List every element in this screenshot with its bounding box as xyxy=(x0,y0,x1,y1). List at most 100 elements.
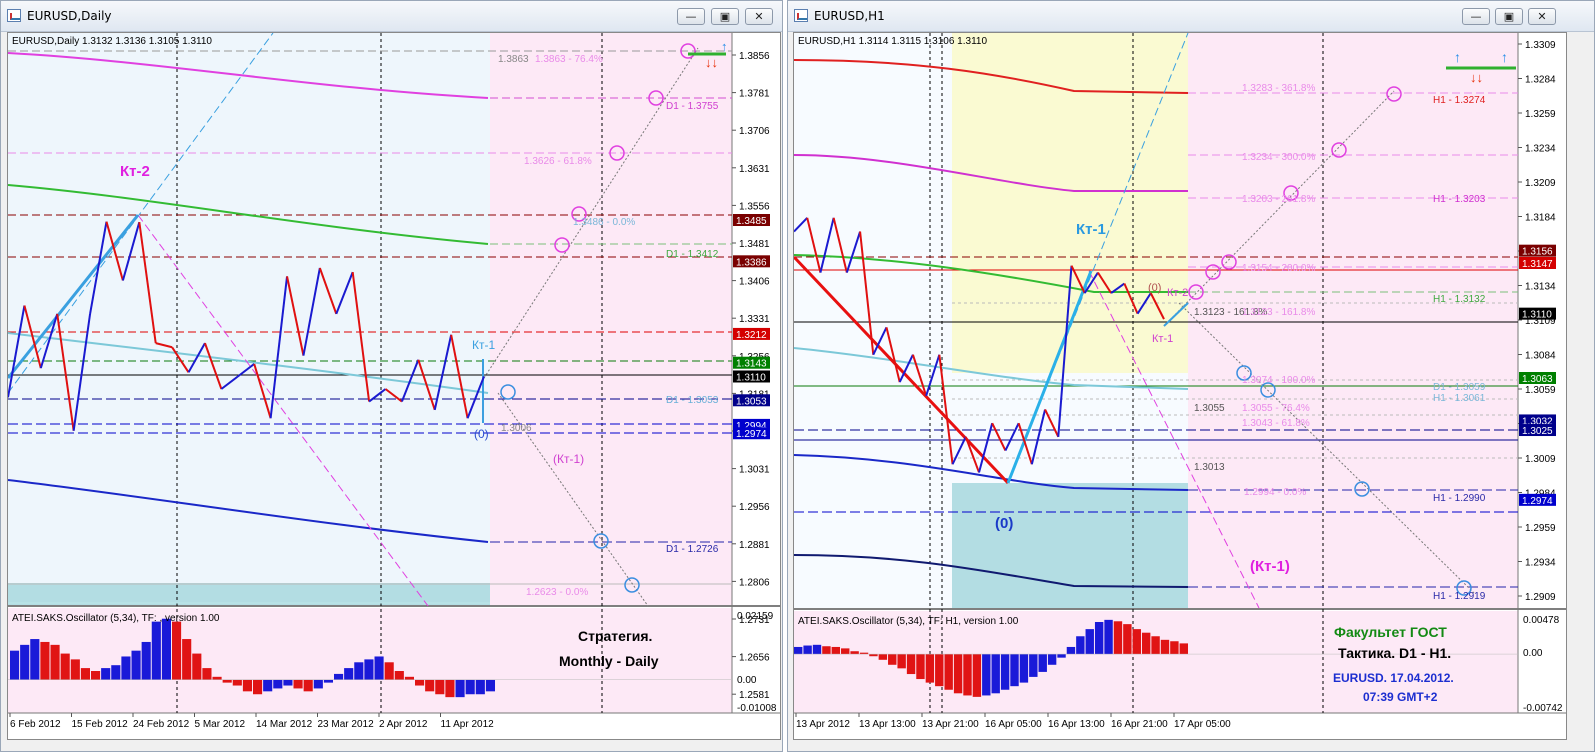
oscillator-bar xyxy=(1010,654,1019,687)
up-arrow-icon: ↑ xyxy=(721,39,728,54)
price-tag-label: 1.3063 xyxy=(1522,374,1553,385)
time-axis-label: 14 Mar 2012 xyxy=(256,719,313,730)
daily-time-axis: 6 Feb 2012 15 Feb 2012 24 Feb 2012 5 Mar 20… xyxy=(9,713,495,730)
fib-label: D1 - 1.2726 xyxy=(666,544,719,555)
oscillator-bar xyxy=(963,654,972,696)
label-zero: (0) xyxy=(474,427,489,441)
fib-label: 1.2994 - 0.0% xyxy=(1244,487,1306,498)
maximize-button[interactable]: ▣ xyxy=(711,8,739,25)
oscillator-bar xyxy=(982,654,991,696)
oscillator-bar xyxy=(30,639,40,680)
oscillator-bar xyxy=(485,679,495,692)
time-axis-label: 11 Apr 2012 xyxy=(441,719,495,730)
price-axis-label: 1.3059 xyxy=(1525,385,1556,396)
oscillator-bar xyxy=(192,653,202,680)
price-axis-label: 1.3209 xyxy=(1525,178,1556,189)
oscillator-bar xyxy=(944,654,953,690)
oscillator-bar xyxy=(916,654,925,680)
oscillator-bar xyxy=(1057,654,1066,658)
h1-price-axis: 1.3309 1.3284 1.3259 1.3234 1.3209 1.3184 1.31… xyxy=(1518,40,1556,603)
h1-target-zone xyxy=(952,483,1188,608)
time-axis-label: 15 Feb 2012 xyxy=(72,719,129,730)
price-axis-label: 1.2656 xyxy=(739,653,770,664)
price-axis-label: 1.3234 xyxy=(1525,144,1556,155)
oscillator-bar xyxy=(935,654,944,687)
price-axis-label: 1.3309 xyxy=(1525,40,1556,51)
price-axis-label: 1.3184 xyxy=(1525,213,1556,224)
fib-label: D1 - 1.3412 xyxy=(666,249,719,260)
fib-label: D1 - 1.3755 xyxy=(666,101,719,112)
time-axis-label: 13 Apr 21:00 xyxy=(922,719,979,730)
price-axis-label: 1.3406 xyxy=(739,277,770,288)
oscillator-bar xyxy=(850,651,859,655)
oscillator-bar xyxy=(1179,643,1188,655)
h1-chart-window: EURUSD,H1 — ▣ ✕ ↑ ↑ ↓↓ EURUSD,H1 1.3114 … xyxy=(787,0,1595,752)
fib-label: 1.3203 - 261.8% xyxy=(1242,194,1315,205)
oscillator-bar xyxy=(897,654,906,669)
oscillator-bar xyxy=(465,679,475,695)
fib-label: 1.3626 - 61.8% xyxy=(524,156,592,167)
price-tag-label: 1.3386 xyxy=(736,257,767,268)
oscillator-bar xyxy=(303,679,313,692)
fib-label: 1.3234 - 300.0% xyxy=(1242,152,1315,163)
oscillator-bar xyxy=(888,654,897,665)
price-tag-label: 1.3147 xyxy=(1522,259,1553,270)
oscillator-bar xyxy=(10,650,20,680)
time-axis-label: 17 Apr 05:00 xyxy=(1174,719,1231,730)
time-axis-label: 16 Apr 05:00 xyxy=(985,719,1042,730)
fib-label: 1.3013 xyxy=(1194,462,1225,473)
h1-history-zone xyxy=(794,33,952,608)
time-caption: 07:39 GMT+2 xyxy=(1363,690,1438,704)
minimize-button[interactable]: — xyxy=(1462,8,1490,25)
oscillator-bar xyxy=(283,679,293,686)
osc-axis-label: -0.00742 xyxy=(1523,703,1563,714)
h1-window-title: EURUSD,H1 xyxy=(814,9,885,23)
price-axis-label: 1.2806 xyxy=(739,577,770,588)
oscillator-bar xyxy=(435,679,445,695)
oscillator-bar xyxy=(1000,654,1010,690)
oscillator-bar xyxy=(878,654,888,660)
oscillator-bar xyxy=(313,679,323,689)
fib-label: 1.2623 - 0.0% xyxy=(526,587,588,598)
price-axis-label: 1.2881 xyxy=(739,540,770,551)
oscillator-bar xyxy=(384,662,394,680)
oscillator-bar xyxy=(1085,629,1094,655)
price-tag-label: 1.2974 xyxy=(1522,496,1553,507)
price-tag-label: 1.3212 xyxy=(736,330,767,341)
label-kt1-small: Кт-1 xyxy=(1152,333,1173,345)
oscillator-bar xyxy=(182,639,192,680)
oscillator-bar xyxy=(445,679,455,698)
oscillator-bar xyxy=(803,645,812,655)
h1-chart-plot[interactable]: ↑ ↑ ↓↓ EURUSD,H1 1.3114 1.3115 1.3106 1.… xyxy=(792,32,1567,740)
price-tag-label: 1.3156 xyxy=(1522,247,1553,258)
maximize-button[interactable]: ▣ xyxy=(1495,8,1523,25)
oscillator-bar xyxy=(50,644,60,680)
fib-label: 1.3123 - 161.8% xyxy=(1242,307,1315,318)
oscillator-bar xyxy=(1019,654,1029,683)
close-button[interactable]: ✕ xyxy=(1528,8,1556,25)
fib-label: H1 - 1.3203 xyxy=(1433,194,1486,205)
chart-app-icon xyxy=(794,9,808,22)
close-button[interactable]: ✕ xyxy=(745,8,773,25)
price-axis-label: 1.2934 xyxy=(1525,558,1556,569)
fib-label: 1.3283 - 361.8% xyxy=(1242,83,1315,94)
osc-axis-label: 0.00 xyxy=(737,675,757,686)
oscillator-bar xyxy=(1170,641,1179,655)
minimize-button[interactable]: — xyxy=(677,8,705,25)
oscillator-bar xyxy=(131,650,141,680)
h1-window-titlebar[interactable]: EURUSD,H1 — ▣ ✕ xyxy=(788,1,1594,32)
price-axis-label: 1.3781 xyxy=(739,89,770,100)
time-axis-label: 13 Apr 2012 xyxy=(796,719,850,730)
fib-label: D1 - 1.3059 xyxy=(1433,382,1486,393)
time-axis-label: 13 Apr 13:00 xyxy=(859,719,916,730)
price-tag-label: 1.2974 xyxy=(736,429,767,440)
oscillator-bar xyxy=(121,656,131,680)
oscillator-bar xyxy=(1151,636,1160,655)
oscillator-bar xyxy=(60,653,70,680)
date-caption: EURUSD. 17.04.2012. xyxy=(1333,671,1454,685)
osc-axis-label: 0.02159 xyxy=(737,611,774,622)
price-axis-label: 1.3556 xyxy=(739,201,770,212)
daily-window-titlebar[interactable]: EURUSD,Daily — ▣ ✕ xyxy=(1,1,782,32)
daily-chart-plot[interactable]: ↓↓ ↑ EURUSD,Daily 1.3132 1.3136 1.3105 1… xyxy=(6,32,781,740)
h1-history-zone-b xyxy=(952,373,1188,483)
